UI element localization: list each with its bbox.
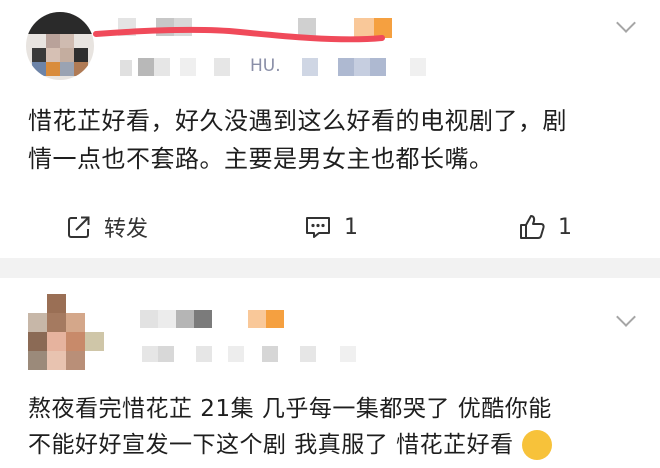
- comment-text-line: 惜花芷好看，好久没遇到这么好看的电视剧了，剧: [28, 107, 567, 135]
- comment-text-line-wrap: 不能好好宣发一下这个剧 我真服了 惜花芷好看 😭: [28, 426, 552, 464]
- thumbs-up-icon: [518, 213, 546, 241]
- comment-text-line: 情一点也不套路。主要是男女主也都长嘴。: [28, 145, 494, 173]
- meta-fragment: HU.: [250, 56, 281, 76]
- comment-text-line: 熬夜看完惜花芷 21集 几乎每一集都哭了 优酷你能: [28, 396, 552, 422]
- share-icon: [66, 214, 92, 240]
- avatar[interactable]: [28, 294, 104, 370]
- repost-label: 转发: [104, 217, 149, 242]
- comment-icon: [304, 214, 332, 240]
- comment-meta: HU.: [118, 56, 448, 80]
- comment-meta: [136, 344, 386, 366]
- comment-text-line: 不能好好宣发一下这个剧 我真服了 惜花芷好看: [28, 432, 514, 458]
- repost-button[interactable]: 转发: [66, 212, 148, 242]
- badge-redacted: [248, 310, 288, 330]
- chevron-down-icon[interactable]: [616, 307, 636, 327]
- like-button[interactable]: 1: [518, 212, 572, 242]
- chevron-down-icon[interactable]: [616, 13, 636, 33]
- comment-count: 1: [344, 214, 358, 240]
- comment-separator: [0, 258, 660, 278]
- redaction-line: [93, 26, 385, 43]
- like-count: 1: [558, 214, 572, 240]
- comment-button[interactable]: 1: [304, 212, 358, 242]
- crying-face-icon: 😭: [521, 430, 552, 460]
- avatar[interactable]: [26, 12, 94, 80]
